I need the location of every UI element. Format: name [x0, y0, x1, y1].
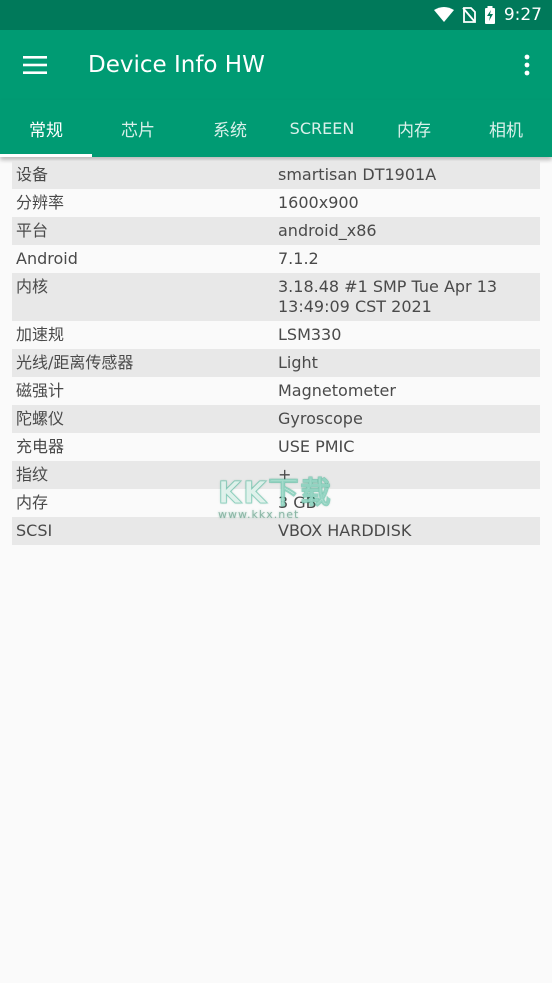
row-value: 3 GB [278, 493, 317, 512]
status-time: 9:27 [503, 5, 542, 25]
device-info-table: 设备 smartisan DT1901A 分辨率 1600x900 平台 and… [0, 157, 552, 545]
row-key: 设备 [16, 165, 49, 184]
row-key: SCSI [16, 521, 53, 540]
row-key: Android [16, 249, 78, 268]
row-value: 7.1.2 [278, 249, 319, 268]
app-bar: Device Info HW [0, 30, 552, 100]
table-row: 加速规 LSM330 [12, 321, 540, 349]
battery-charging-icon [484, 6, 496, 24]
hamburger-menu-icon[interactable] [0, 30, 70, 100]
table-row: Android 7.1.2 [12, 245, 540, 273]
tab-system[interactable]: 系统 [184, 100, 276, 157]
table-row: 内核 3.18.48 #1 SMP Tue Apr 13 13:49:09 CS… [12, 273, 540, 321]
row-value: android_x86 [278, 221, 377, 240]
row-key: 分辨率 [16, 193, 65, 212]
row-key: 充电器 [16, 437, 65, 456]
table-row: 分辨率 1600x900 [12, 189, 540, 217]
status-bar: 9:27 [0, 0, 552, 30]
row-value: VBOX HARDDISK [278, 521, 412, 540]
tab-camera[interactable]: 相机 [460, 100, 552, 157]
no-sim-icon [462, 7, 476, 23]
more-vert-icon[interactable] [512, 49, 542, 81]
row-value: Magnetometer [278, 381, 396, 400]
table-row: 平台 android_x86 [12, 217, 540, 245]
row-value: 3.18.48 #1 SMP Tue Apr 13 13:49:09 CST 2… [278, 277, 498, 316]
row-key: 内存 [16, 493, 49, 512]
row-key: 光线/距离传感器 [16, 353, 134, 372]
row-value: 1600x900 [278, 193, 359, 212]
tab-bar: 常规 芯片 系统 SCREEN 内存 相机 [0, 100, 552, 157]
table-row: 指纹 + [12, 461, 540, 489]
tab-memory[interactable]: 内存 [368, 100, 460, 157]
table-row: SCSI VBOX HARDDISK [12, 517, 540, 545]
table-row: 光线/距离传感器 Light [12, 349, 540, 377]
table-row: 设备 smartisan DT1901A [12, 161, 540, 189]
table-row: 磁强计 Magnetometer [12, 377, 540, 405]
tab-general[interactable]: 常规 [0, 100, 92, 157]
row-key: 内核 [16, 277, 49, 296]
row-value: Light [278, 353, 318, 372]
row-key: 指纹 [16, 465, 49, 484]
row-key: 平台 [16, 221, 49, 240]
row-value: smartisan DT1901A [278, 165, 437, 184]
row-value: LSM330 [278, 325, 342, 344]
table-row: 充电器 USE PMIC [12, 433, 540, 461]
row-value: USE PMIC [278, 437, 355, 456]
tab-screen[interactable]: SCREEN [276, 100, 368, 157]
app-title: Device Info HW [88, 52, 265, 78]
table-row: 陀螺仪 Gyroscope [12, 405, 540, 433]
row-key: 加速规 [16, 325, 65, 344]
tab-chip[interactable]: 芯片 [92, 100, 184, 157]
row-key: 陀螺仪 [16, 409, 65, 428]
table-row: 内存 3 GB [12, 489, 540, 517]
wifi-icon [433, 7, 454, 23]
row-value: + [278, 465, 292, 484]
row-key: 磁强计 [16, 381, 65, 400]
row-value: Gyroscope [278, 409, 363, 428]
